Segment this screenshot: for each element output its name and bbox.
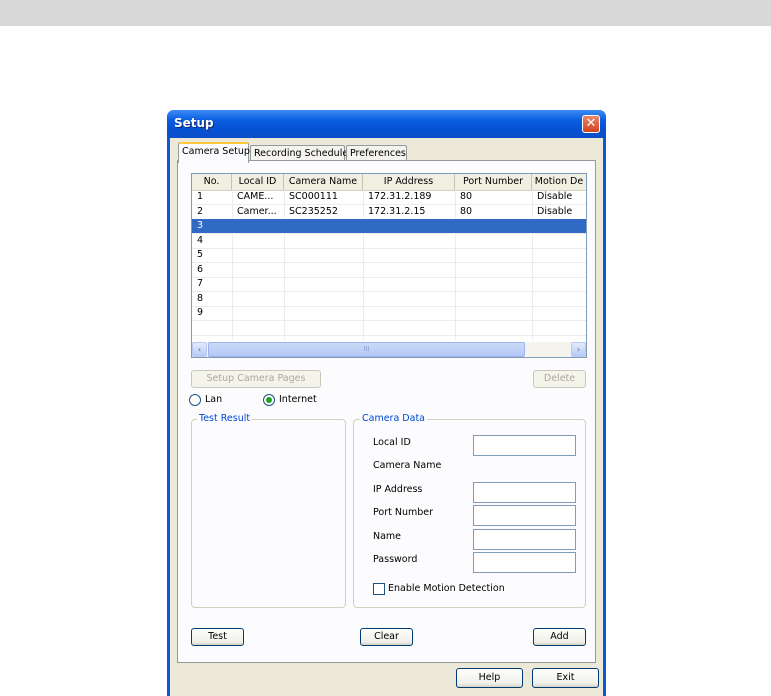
scroll-left-button[interactable]: ‹: [192, 342, 207, 357]
camera-list[interactable]: No. Local ID Camera Name IP Address Port…: [191, 173, 587, 358]
lan-label: Lan: [205, 394, 223, 405]
camera-name-label: Camera Name: [373, 460, 442, 471]
cell-ip-address: 172.31.2.189: [368, 191, 432, 202]
enable-motion-checkbox[interactable]: [373, 583, 385, 595]
column-header-no[interactable]: No.: [192, 174, 232, 190]
grid-line: [192, 320, 586, 321]
cell-port-number: 80: [460, 191, 473, 202]
table-row[interactable]: 5: [192, 248, 586, 263]
title-bar[interactable]: Setup ✕: [167, 110, 606, 138]
grid-line: [192, 305, 586, 307]
cell-no: 5: [197, 249, 204, 260]
camera-setup-panel: No. Local ID Camera Name IP Address Port…: [177, 160, 596, 663]
password-field[interactable]: [473, 552, 576, 573]
grid-line: [192, 276, 586, 278]
name-label: Name: [373, 531, 402, 542]
name-field[interactable]: [473, 529, 576, 550]
column-header-motion[interactable]: Motion De: [532, 174, 586, 190]
scroll-right-button[interactable]: ›: [571, 342, 586, 357]
grip-icon: III: [363, 345, 370, 353]
column-header-port-number[interactable]: Port Number: [455, 174, 532, 190]
test-button[interactable]: Test: [191, 628, 244, 646]
cell-port-number: 80: [460, 205, 473, 217]
table-row[interactable]: 2 Camer... SC235252 172.31.2.15 80 Disab…: [192, 205, 586, 220]
ip-address-label: IP Address: [373, 484, 423, 495]
clear-button[interactable]: Clear: [360, 628, 413, 646]
add-button[interactable]: Add: [533, 628, 586, 646]
tab-camera-setup[interactable]: Camera Setup: [178, 142, 250, 163]
scrollbar-thumb[interactable]: III: [208, 342, 525, 357]
cell-ip-address: 172.31.2.15: [368, 205, 426, 217]
exit-button[interactable]: Exit: [532, 668, 599, 688]
cell-motion: Disable: [537, 191, 573, 202]
help-button[interactable]: Help: [456, 668, 523, 688]
grid-line: [192, 247, 586, 249]
chevron-left-icon: ‹: [197, 345, 202, 354]
lan-radio[interactable]: [189, 394, 201, 406]
port-number-label: Port Number: [373, 507, 434, 518]
table-row[interactable]: 9: [192, 306, 586, 321]
cell-camera-name: SC000111: [289, 191, 338, 202]
cell-no: 6: [197, 263, 204, 275]
grid-line: [192, 291, 586, 292]
table-row-selected[interactable]: 3: [192, 219, 586, 234]
delete-button[interactable]: Delete: [533, 370, 586, 388]
column-header-camera-name[interactable]: Camera Name: [284, 174, 363, 190]
column-header-local-id[interactable]: Local ID: [232, 174, 284, 190]
table-row[interactable]: 4: [192, 234, 586, 249]
setup-camera-pages-button[interactable]: Setup Camera Pages: [191, 370, 321, 388]
port-number-field[interactable]: [473, 505, 576, 526]
tab-label: Camera Setup: [182, 146, 250, 157]
column-header-ip-address[interactable]: IP Address: [363, 174, 455, 190]
ip-address-field[interactable]: [473, 482, 576, 503]
close-icon: ✕: [585, 116, 597, 131]
camera-data-title: Camera Data: [360, 413, 427, 424]
cell-no: 9: [197, 307, 204, 318]
list-header: No. Local ID Camera Name IP Address Port…: [192, 174, 586, 191]
table-row[interactable]: 6: [192, 263, 586, 278]
close-button[interactable]: ✕: [582, 115, 600, 133]
cell-local-id: CAME...: [237, 191, 274, 202]
setup-dialog: Setup ✕ Camera Setup Recording Schedule …: [167, 110, 606, 696]
cell-no: 8: [197, 292, 204, 304]
grid-line: [192, 334, 586, 336]
window-title: Setup: [174, 116, 214, 130]
cell-no: 1: [197, 191, 204, 202]
cell-no: 4: [197, 234, 204, 246]
password-label: Password: [373, 554, 418, 565]
cell-no: 2: [197, 205, 204, 217]
local-id-label: Local ID: [373, 437, 411, 448]
cell-no: 3: [197, 220, 204, 231]
cell-motion: Disable: [537, 205, 573, 217]
tab-label: Preferences: [350, 148, 406, 159]
cell-camera-name: SC235252: [289, 205, 338, 217]
table-row[interactable]: 8: [192, 292, 586, 307]
cell-no: 7: [197, 278, 204, 289]
enable-motion-label: Enable Motion Detection: [388, 583, 505, 594]
local-id-field[interactable]: [473, 435, 576, 456]
cell-local-id: Camer...: [237, 205, 277, 217]
internet-radio[interactable]: [263, 394, 275, 406]
chevron-right-icon: ›: [576, 345, 581, 354]
test-result-group: [191, 419, 346, 608]
top-bar: [0, 0, 771, 26]
grid-line: [192, 204, 586, 205]
grid-line: [192, 262, 586, 263]
grid-line: [192, 233, 586, 234]
dialog-client: Camera Setup Recording Schedule Preferen…: [170, 138, 603, 696]
internet-label: Internet: [279, 394, 317, 405]
test-result-title: Test Result: [197, 413, 253, 424]
tab-label: Recording Schedule: [254, 148, 349, 159]
table-row[interactable]: 7: [192, 277, 586, 292]
table-row[interactable]: 1 CAME... SC000111 172.31.2.189 80 Disab…: [192, 190, 586, 205]
horizontal-scrollbar[interactable]: ‹ III ›: [192, 342, 586, 357]
